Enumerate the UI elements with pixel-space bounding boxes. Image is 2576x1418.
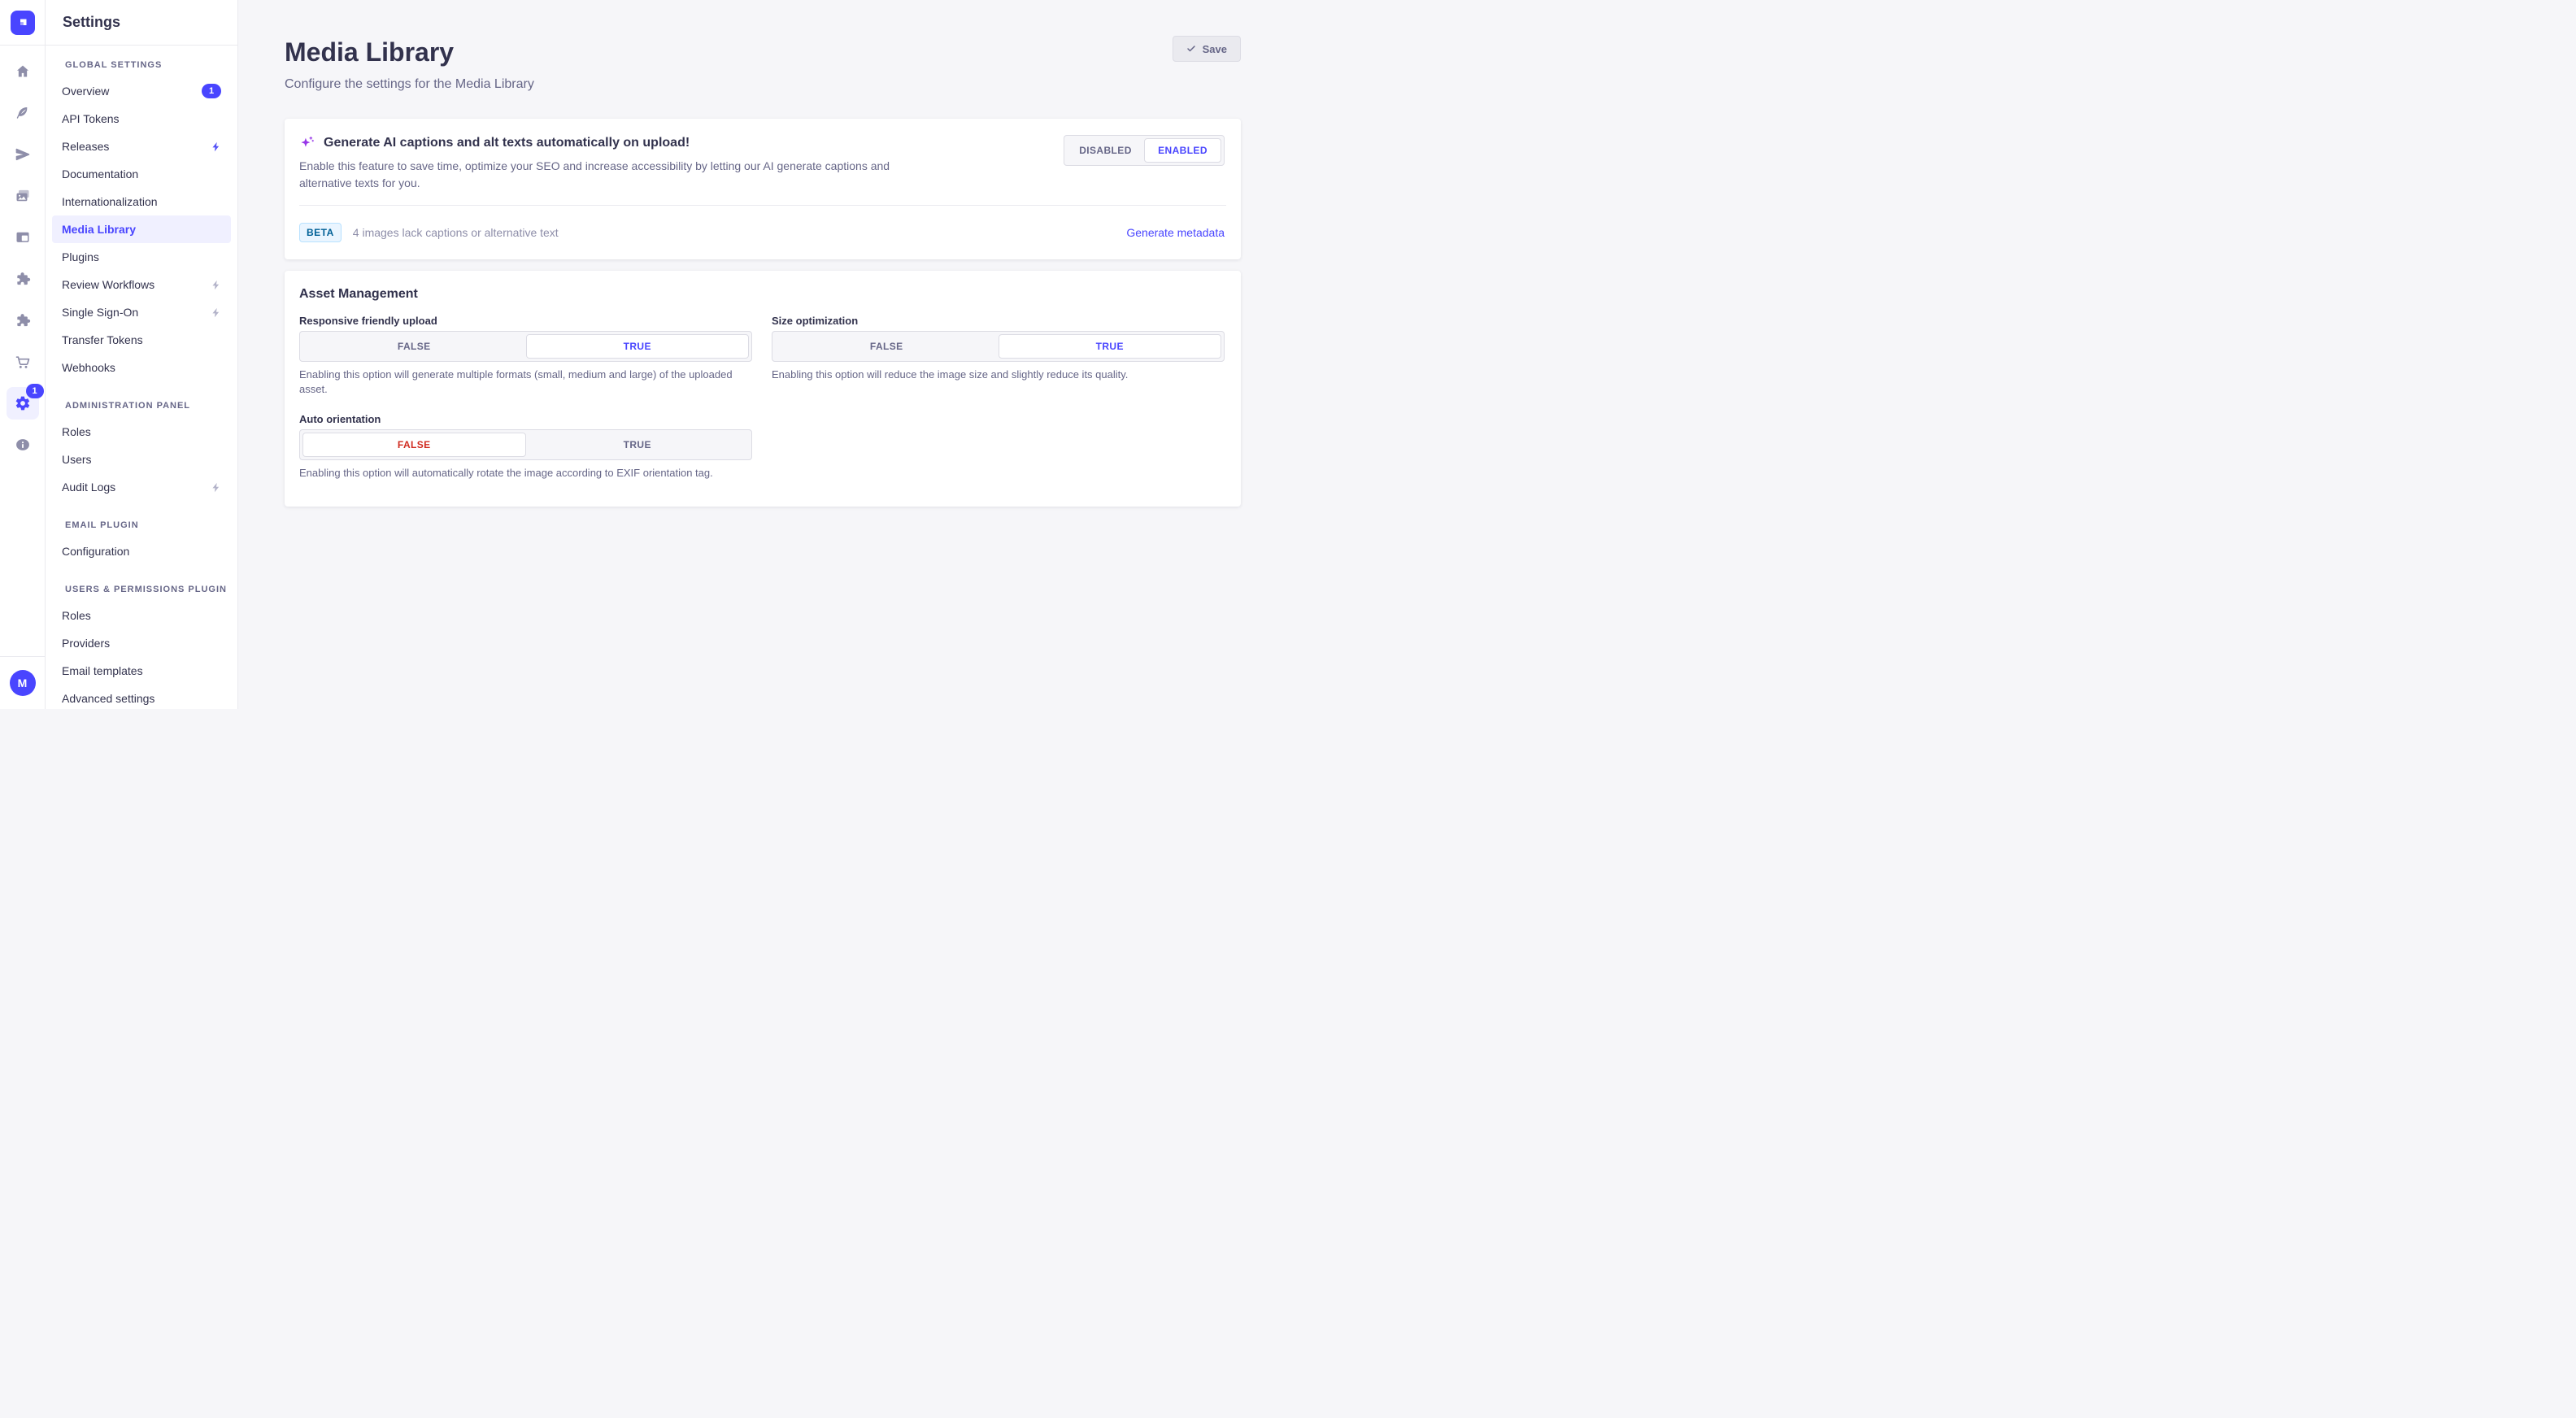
field-hint: Enabling this option will generate multi… (299, 368, 752, 397)
toggle-option-false[interactable]: FALSE (775, 334, 999, 359)
sidebar-item-media-library[interactable]: Media Library (52, 215, 231, 243)
sidebar-title: Settings (63, 14, 120, 31)
settings-notification-badge: 1 (26, 384, 44, 398)
sparkle-icon (299, 135, 315, 151)
field-hint: Enabling this option will automatically … (299, 466, 752, 481)
page-subtitle: Configure the settings for the Media Lib… (285, 75, 534, 94)
overview-notification-badge: 1 (202, 84, 221, 98)
toggle-option-true[interactable]: TRUE (526, 433, 750, 457)
auto-orientation-toggle: FALSE TRUE (299, 429, 752, 460)
sidebar-item-email-configuration[interactable]: Configuration (52, 537, 231, 565)
field-auto-orientation: Auto orientation FALSE TRUE Enabling thi… (299, 413, 752, 481)
ai-captions-card: Generate AI captions and alt texts autom… (285, 119, 1241, 259)
sidebar-item-email-templates[interactable]: Email templates (52, 657, 231, 685)
toggle-option-false[interactable]: FALSE (302, 433, 526, 457)
sidebar-item-advanced-settings[interactable]: Advanced settings (52, 685, 231, 709)
size-optimization-toggle: FALSE TRUE (772, 331, 1225, 362)
rail-header (0, 0, 45, 46)
releases-icon[interactable] (7, 138, 39, 171)
settings-sidebar-header: Settings (46, 0, 237, 46)
rail-footer: M (0, 656, 45, 709)
sidebar-item-review-workflows[interactable]: Review Workflows (52, 271, 231, 298)
section-label-global-settings: GLOBAL SETTINGS (46, 59, 237, 72)
media-library-icon[interactable] (7, 180, 39, 212)
sidebar-item-documentation[interactable]: Documentation (52, 160, 231, 188)
marketplace-icon[interactable] (7, 304, 39, 337)
sidebar-item-admin-roles[interactable]: Roles (52, 418, 231, 446)
field-label: Size optimization (772, 315, 1225, 328)
sidebar-item-releases[interactable]: Releases (52, 133, 231, 160)
lightning-icon (211, 280, 221, 290)
settings-sidebar: Settings GLOBAL SETTINGS Overview 1 API … (46, 0, 238, 709)
sidebar-item-api-tokens[interactable]: API Tokens (52, 105, 231, 133)
field-hint: Enabling this option will reduce the ima… (772, 368, 1225, 382)
field-size-optimization: Size optimization FALSE TRUE Enabling th… (772, 315, 1225, 397)
section-label-administration-panel: ADMINISTRATION PANEL (46, 399, 237, 412)
sidebar-item-audit-logs[interactable]: Audit Logs (52, 473, 231, 501)
content-manager-icon[interactable] (7, 97, 39, 129)
section-label-email-plugin: EMAIL PLUGIN (46, 519, 237, 532)
asset-management-card: Asset Management Responsive friendly upl… (285, 271, 1241, 507)
page-title: Media Library (285, 36, 534, 68)
missing-captions-status: 4 images lack captions or alternative te… (353, 226, 559, 239)
sidebar-item-single-sign-on[interactable]: Single Sign-On (52, 298, 231, 326)
content-type-builder-icon[interactable] (7, 221, 39, 254)
toggle-option-true[interactable]: TRUE (526, 334, 750, 359)
information-icon[interactable] (7, 428, 39, 461)
lightning-icon (211, 307, 221, 318)
purchases-cart-icon[interactable] (7, 346, 39, 378)
ai-banner-title: Generate AI captions and alt texts autom… (324, 136, 690, 150)
sidebar-item-webhooks[interactable]: Webhooks (52, 354, 231, 381)
strapi-logo-icon (15, 15, 30, 30)
home-icon[interactable] (7, 55, 39, 88)
sidebar-item-overview[interactable]: Overview 1 (52, 77, 231, 105)
sidebar-item-up-roles[interactable]: Roles (52, 602, 231, 629)
check-icon (1186, 44, 1196, 54)
toggle-option-true[interactable]: TRUE (999, 334, 1222, 359)
sidebar-item-users[interactable]: Users (52, 446, 231, 473)
user-avatar[interactable]: M (10, 670, 36, 696)
sidebar-item-transfer-tokens[interactable]: Transfer Tokens (52, 326, 231, 354)
sidebar-item-providers[interactable]: Providers (52, 629, 231, 657)
responsive-upload-toggle: FALSE TRUE (299, 331, 752, 362)
ai-banner-description: Enable this feature to save time, optimi… (299, 158, 901, 192)
field-responsive-friendly-upload: Responsive friendly upload FALSE TRUE En… (299, 315, 752, 397)
generate-metadata-link[interactable]: Generate metadata (1126, 226, 1225, 239)
lightning-icon (211, 141, 221, 152)
ai-enabled-toggle: DISABLED ENABLED (1064, 135, 1225, 166)
lightning-icon (211, 482, 221, 493)
section-label-users-permissions-plugin: USERS & PERMISSIONS PLUGIN (46, 583, 237, 596)
toggle-option-disabled[interactable]: DISABLED (1067, 138, 1144, 163)
toggle-option-false[interactable]: FALSE (302, 334, 526, 359)
plugins-icon[interactable] (7, 263, 39, 295)
field-label: Auto orientation (299, 413, 752, 426)
asset-management-title: Asset Management (299, 285, 1225, 303)
beta-badge: BETA (299, 223, 342, 242)
sidebar-item-internationalization[interactable]: Internationalization (52, 188, 231, 215)
toggle-option-enabled[interactable]: ENABLED (1144, 138, 1221, 163)
strapi-logo[interactable] (11, 11, 35, 35)
field-label: Responsive friendly upload (299, 315, 752, 328)
save-button[interactable]: Save (1173, 36, 1241, 62)
main-content: Media Library Configure the settings for… (238, 0, 1288, 709)
main-nav-rail: 1 M (0, 0, 46, 709)
settings-gear-icon[interactable]: 1 (7, 387, 39, 420)
sidebar-item-plugins[interactable]: Plugins (52, 243, 231, 271)
